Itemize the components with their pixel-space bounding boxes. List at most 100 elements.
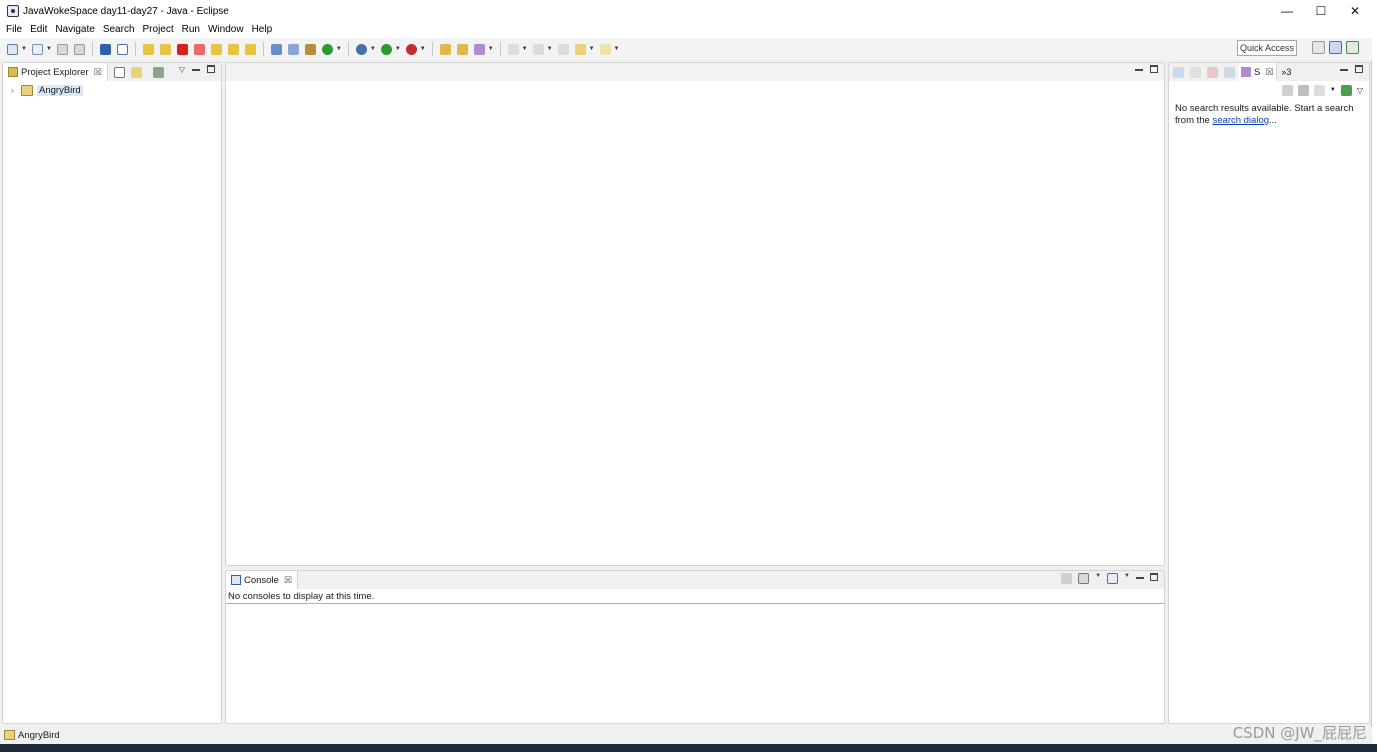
tab-search[interactable]: S ☒ — [1238, 63, 1278, 81]
step-into-icon[interactable] — [210, 43, 222, 55]
run-dropdown-icon[interactable]: ▼ — [395, 46, 401, 52]
new-dropdown-icon[interactable]: ▼ — [21, 46, 27, 52]
terminal-icon[interactable] — [99, 43, 111, 55]
link-editor-icon[interactable] — [130, 66, 142, 78]
open-type-icon[interactable] — [31, 43, 43, 55]
prev-annotation-dropdown-icon[interactable]: ▼ — [547, 46, 553, 52]
menu-window[interactable]: Window — [204, 22, 248, 38]
menu-edit[interactable]: Edit — [26, 22, 51, 38]
suspend-icon[interactable] — [159, 43, 171, 55]
build-icon[interactable] — [270, 43, 282, 55]
refresh-icon[interactable] — [1281, 84, 1293, 96]
open-task-icon[interactable] — [456, 43, 468, 55]
minimize-editor-icon[interactable] — [1135, 69, 1143, 71]
back-icon[interactable] — [574, 43, 586, 55]
editor-window-controls — [1135, 65, 1158, 73]
menu-help[interactable]: Help — [248, 22, 277, 38]
close-tab-icon[interactable]: ☒ — [94, 67, 102, 78]
search-panel-header: S ☒ »3 — [1169, 63, 1369, 81]
task-list-icon[interactable] — [1190, 66, 1201, 78]
clean-icon[interactable] — [287, 43, 299, 55]
display-console-dropdown-icon[interactable]: ▼ — [1095, 573, 1101, 584]
save-all-icon[interactable] — [73, 43, 85, 55]
collapse-all-icon[interactable] — [113, 66, 125, 78]
open-perspective-icon[interactable] — [1312, 41, 1325, 54]
cancel-search-icon[interactable] — [1297, 84, 1309, 96]
next-annotation-icon[interactable] — [507, 43, 519, 55]
next-annotation-dropdown-icon[interactable]: ▼ — [522, 46, 528, 52]
pin-console-icon[interactable] — [1061, 573, 1073, 584]
new-class-dropdown-icon[interactable]: ▼ — [336, 46, 342, 52]
window-title: JavaWokeSpace day11-day27 - Java - Eclip… — [23, 5, 229, 17]
coverage-icon[interactable] — [405, 43, 417, 55]
maximize-view-icon[interactable] — [1355, 65, 1363, 73]
tab-project-explorer-label: Project Explorer — [21, 66, 89, 78]
pin-search-icon[interactable] — [1340, 84, 1352, 96]
maximize-button[interactable]: ☐ — [1304, 0, 1338, 22]
problems-icon[interactable] — [1207, 66, 1218, 78]
tab-console[interactable]: Console ☒ — [226, 571, 298, 589]
java-perspective-icon[interactable] — [1329, 41, 1342, 54]
display-console-icon[interactable] — [1078, 573, 1090, 584]
minimize-view-icon[interactable] — [1340, 69, 1348, 71]
save-icon[interactable] — [56, 43, 68, 55]
debug-dropdown-icon[interactable]: ▼ — [370, 46, 376, 52]
minimize-view-icon[interactable] — [1136, 577, 1144, 579]
forward-dropdown-icon[interactable]: ▼ — [614, 46, 620, 52]
maximize-view-icon[interactable] — [207, 65, 215, 73]
toolbar-separator — [134, 42, 136, 56]
view-menu-chevron-down-icon[interactable]: ▽ — [179, 65, 185, 74]
new-icon[interactable] — [7, 43, 18, 55]
outline-icon[interactable] — [1173, 66, 1184, 78]
forward-icon[interactable] — [599, 43, 611, 55]
menu-navigate[interactable]: Navigate — [51, 22, 98, 38]
resume-icon[interactable] — [142, 43, 154, 55]
search-dialog-link[interactable]: search dialog — [1213, 115, 1270, 126]
minimize-button[interactable]: — — [1270, 0, 1304, 22]
search-dropdown-icon[interactable]: ▼ — [488, 46, 494, 52]
tab-project-explorer[interactable]: Project Explorer ☒ — [3, 63, 108, 81]
new-class-icon[interactable] — [321, 43, 333, 55]
minimize-view-icon[interactable] — [192, 69, 200, 71]
tree-item-label: AngryBird — [37, 84, 83, 96]
open-console-dropdown-icon[interactable]: ▼ — [1124, 573, 1130, 584]
main-toolbar: ▼ ▼ ▼ ▼ ▼ ▼ ▼ ▼ ▼ ▼ ▼ — [0, 38, 1372, 60]
open-folder-icon[interactable] — [439, 43, 451, 55]
back-dropdown-icon[interactable]: ▼ — [589, 46, 595, 52]
filter-icon[interactable] — [152, 66, 164, 78]
open-console-icon[interactable] — [1107, 573, 1119, 584]
search-icon[interactable] — [473, 43, 485, 55]
menu-file[interactable]: File — [2, 22, 26, 38]
tree-item-angrybird[interactable]: › AngryBird — [3, 83, 221, 97]
disconnect-icon[interactable] — [193, 43, 205, 55]
menu-bar: File Edit Navigate Search Project Run Wi… — [0, 22, 1372, 38]
run-icon[interactable] — [380, 43, 392, 55]
debug-icon[interactable] — [355, 43, 367, 55]
coverage-dropdown-icon[interactable]: ▼ — [420, 46, 426, 52]
close-button[interactable]: ✕ — [1338, 0, 1372, 22]
view-menu-chevron-down-icon[interactable]: ▽ — [1357, 86, 1363, 95]
maximize-editor-icon[interactable] — [1150, 65, 1158, 73]
search-history-icon[interactable] — [1313, 84, 1325, 96]
package-icon[interactable] — [304, 43, 316, 55]
quick-access-input[interactable]: Quick Access — [1237, 40, 1297, 56]
skip-breakpoints-icon[interactable] — [116, 43, 128, 55]
prev-annotation-icon[interactable] — [532, 43, 544, 55]
step-return-icon[interactable] — [244, 43, 256, 55]
overflow-views-button[interactable]: »3 — [1281, 67, 1291, 77]
expand-chevron-right-icon[interactable]: › — [11, 86, 21, 95]
close-tab-icon[interactable]: ☒ — [284, 575, 292, 586]
close-tab-icon[interactable]: ☒ — [1265, 67, 1273, 78]
menu-search[interactable]: Search — [99, 22, 139, 38]
debug-perspective-icon[interactable] — [1346, 41, 1359, 54]
search-history-dropdown-icon[interactable]: ▼ — [1330, 87, 1336, 93]
javadoc-icon[interactable] — [1224, 66, 1235, 78]
open-dropdown-icon[interactable]: ▼ — [46, 46, 52, 52]
menu-project[interactable]: Project — [139, 22, 178, 38]
last-edit-icon[interactable] — [557, 43, 569, 55]
menu-run[interactable]: Run — [178, 22, 204, 38]
maximize-view-icon[interactable] — [1150, 573, 1158, 581]
step-over-icon[interactable] — [227, 43, 239, 55]
toolbar-separator — [91, 42, 93, 56]
terminate-icon[interactable] — [176, 43, 188, 55]
